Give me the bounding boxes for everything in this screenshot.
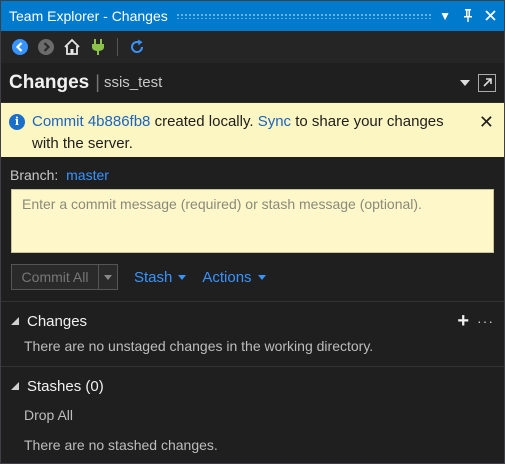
page-dropdown-icon[interactable] (460, 79, 470, 86)
page-header: Changes | ssis_test (1, 63, 504, 103)
changes-section: Changes + ··· There are no unstaged chan… (1, 306, 504, 354)
branch-row: Branch: master (1, 157, 504, 189)
page-title: Changes (9, 71, 90, 93)
expand-icon[interactable] (11, 382, 19, 390)
commit-actions: Commit All Stash Actions (11, 263, 494, 291)
expand-icon[interactable] (11, 317, 19, 325)
title-grip (175, 13, 432, 19)
stashes-section-title: Stashes (0) (27, 377, 104, 395)
pin-icon[interactable] (463, 8, 473, 24)
sync-link[interactable]: Sync (258, 113, 291, 130)
changes-section-header[interactable]: Changes + ··· (11, 306, 494, 336)
commit-message-input[interactable] (22, 196, 483, 246)
commit-options-button[interactable] (99, 264, 118, 290)
section-divider (1, 301, 504, 302)
forward-icon[interactable] (37, 38, 55, 56)
window-title: Team Explorer - Changes (9, 8, 168, 24)
repository-name: ssis_test (103, 74, 163, 91)
branch-label: Branch: (10, 167, 59, 183)
chevron-down-icon (257, 274, 266, 280)
connect-icon[interactable] (89, 38, 107, 56)
popout-icon[interactable] (478, 73, 496, 92)
stash-menu[interactable]: Stash (134, 268, 187, 286)
title-separator: | (95, 72, 100, 92)
info-text-mid: created locally. (150, 113, 258, 130)
actions-label: Actions (202, 268, 252, 286)
commit-all-button[interactable]: Commit All (11, 264, 99, 290)
close-icon[interactable] (485, 9, 496, 23)
title-bar-controls: ▼ (439, 8, 496, 24)
more-options-icon[interactable]: ··· (477, 313, 494, 329)
stash-label: Stash (134, 268, 173, 286)
stashes-empty-text: There are no stashed changes. (24, 437, 218, 453)
drop-all-link[interactable]: Drop All (11, 407, 494, 423)
toolbar-separator (117, 38, 118, 56)
info-bar: i Commit 4b886fb8 created locally. Sync … (1, 103, 504, 157)
changes-section-title: Changes (27, 312, 88, 330)
changes-section-tools: + ··· (457, 311, 494, 331)
stashes-section-header[interactable]: Stashes (0) (11, 371, 494, 401)
info-message: Commit 4b886fb8 created locally. Sync to… (32, 111, 469, 152)
info-icon: i (9, 114, 25, 130)
dropdown-icon[interactable]: ▼ (439, 10, 451, 22)
commit-link[interactable]: Commit 4b886fb8 (32, 113, 150, 130)
chevron-down-icon (104, 274, 112, 280)
home-icon[interactable] (63, 38, 81, 56)
refresh-icon[interactable] (128, 38, 146, 56)
title-bar: Team Explorer - Changes ▼ (1, 1, 504, 31)
stage-all-icon[interactable]: + (457, 311, 469, 331)
branch-link[interactable]: master (66, 167, 109, 183)
commit-message-box (11, 189, 494, 253)
close-info-icon[interactable]: ✕ (479, 111, 494, 149)
section-divider (1, 366, 504, 367)
chevron-down-icon (178, 274, 187, 280)
navigation-toolbar (1, 31, 504, 63)
back-icon[interactable] (11, 38, 29, 56)
actions-menu[interactable]: Actions (202, 268, 266, 286)
stashes-section: Stashes (0) Drop All There are no stashe… (1, 371, 504, 453)
team-explorer-window: Team Explorer - Changes ▼ Changes | ssis… (0, 0, 505, 464)
changes-empty-text: There are no unstaged changes in the wor… (24, 338, 374, 354)
